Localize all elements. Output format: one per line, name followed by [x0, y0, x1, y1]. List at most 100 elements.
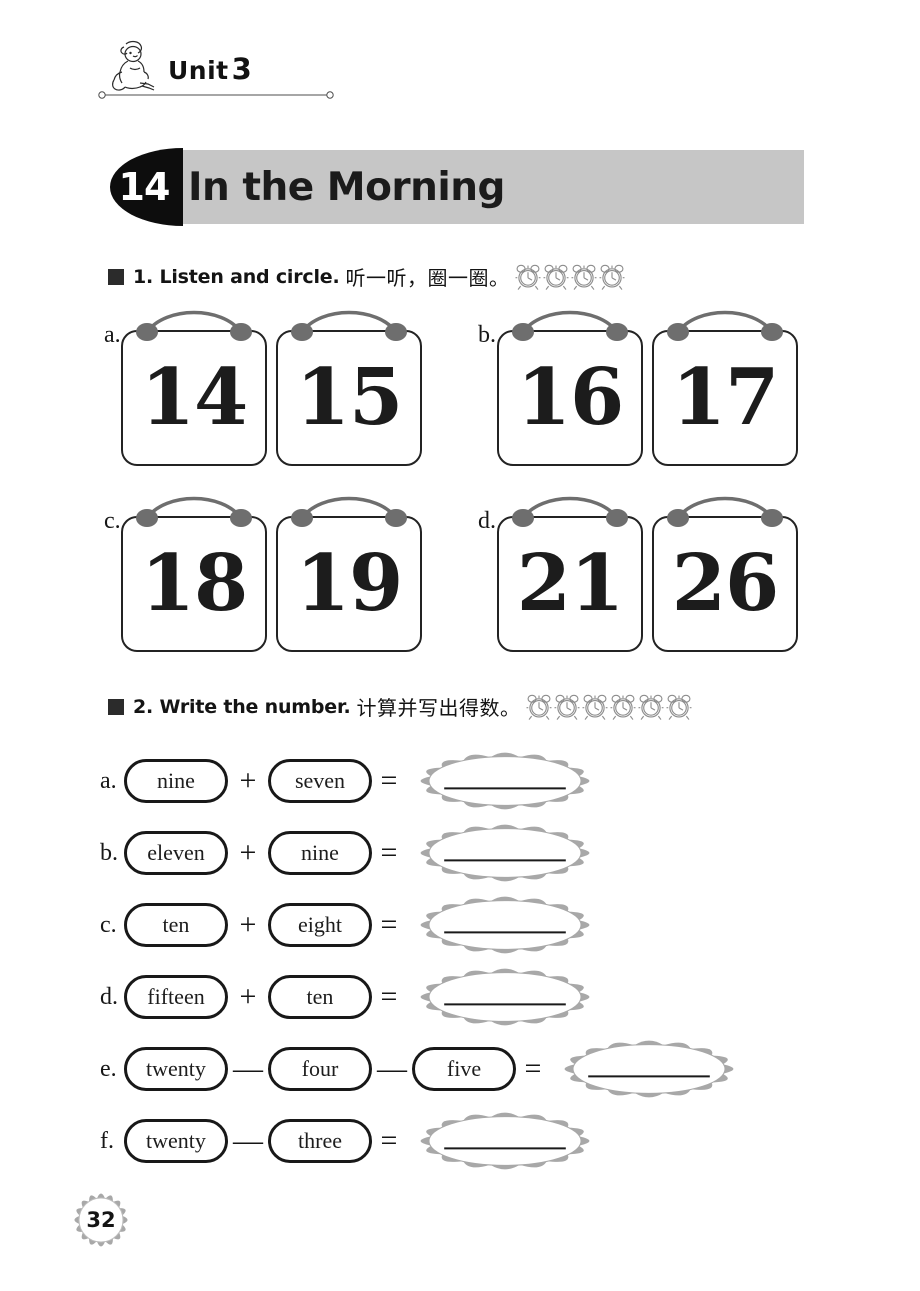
operator: + — [239, 836, 257, 869]
row-letter: d. — [100, 983, 118, 1010]
item-letter: d. — [478, 508, 496, 534]
alarm-clock-icon — [527, 694, 552, 720]
alarm-clock-icon — [516, 264, 541, 290]
operator: — — [233, 1124, 263, 1157]
answer-burst-b[interactable] — [410, 820, 600, 886]
alarm-clock-icon — [555, 694, 580, 720]
alarm-clock-icon — [600, 264, 625, 290]
operand-pill[interactable]: seven — [268, 759, 372, 803]
math-row-b: b. eleven + nine = — [100, 824, 600, 882]
operand-pill[interactable]: twenty — [124, 1047, 228, 1091]
card-hanger-cord — [667, 496, 783, 527]
card-pair: 14 15 — [121, 308, 431, 468]
card-pair: 16 17 — [497, 308, 807, 468]
equals-sign: = — [380, 908, 398, 941]
operator: + — [239, 908, 257, 941]
exercise-1-chinese: 听一听，圈一圈。 — [345, 266, 510, 290]
card-hanger-cord — [136, 310, 252, 341]
card-hanger-cord — [291, 496, 407, 527]
operand-pill[interactable]: fifteen — [124, 975, 228, 1019]
unit-label: Unit — [168, 56, 229, 85]
card-hanger-cord — [512, 310, 628, 341]
exercise-2-chinese: 计算并写出得数。 — [356, 696, 521, 720]
row-letter: c. — [100, 911, 117, 938]
alarm-clock-icon — [544, 264, 569, 290]
number-card[interactable]: 15 — [276, 330, 422, 466]
number-card[interactable]: 14 — [121, 330, 267, 466]
answer-burst-f[interactable] — [410, 1108, 600, 1174]
card-number: 19 — [295, 538, 404, 629]
operand-pill[interactable]: four — [268, 1047, 372, 1091]
card-hanger-cord — [291, 310, 407, 341]
equals-sign: = — [380, 836, 398, 869]
item-letter: c. — [104, 508, 121, 534]
operand-pill[interactable]: nine — [268, 831, 372, 875]
card-number: 21 — [516, 538, 625, 629]
math-row-d: d. fifteen + ten = — [100, 968, 600, 1026]
math-row-c: c. ten + eight = — [100, 896, 600, 954]
lesson-number-badge: 14 — [110, 148, 183, 226]
row-letter: f. — [100, 1127, 114, 1154]
answer-burst-c[interactable] — [410, 892, 600, 958]
unit-title: Unit 3 — [168, 52, 252, 86]
unit-header: Unit 3 — [96, 38, 346, 100]
page-number: 32 — [86, 1208, 116, 1232]
alarm-clock-icon — [667, 694, 692, 720]
number-card[interactable]: 16 — [497, 330, 643, 466]
row-letter: b. — [100, 839, 118, 866]
operand-pill[interactable]: eight — [268, 903, 372, 947]
card-pair: 18 19 — [121, 494, 431, 654]
row-letter: e. — [100, 1055, 117, 1082]
operand-pill[interactable]: eleven — [124, 831, 228, 875]
answer-burst-d[interactable] — [410, 964, 600, 1030]
operator: + — [239, 980, 257, 1013]
card-hanger-cord — [136, 496, 252, 527]
unit-rule-divider — [98, 91, 334, 99]
alarm-clock-strip — [526, 693, 692, 721]
card-number: 14 — [140, 352, 249, 443]
card-hanger-cord — [667, 310, 783, 341]
equals-sign: = — [524, 1052, 542, 1085]
operator: — — [233, 1052, 263, 1085]
exercise-2-heading: 2. Write the number. 计算并写出得数。 — [108, 692, 692, 721]
number-card[interactable]: 19 — [276, 516, 422, 652]
alarm-clock-icon — [611, 694, 636, 720]
number-card[interactable]: 18 — [121, 516, 267, 652]
page-number-badge: 32 — [66, 1185, 136, 1255]
card-number: 17 — [671, 352, 780, 443]
exercise-2-english: 2. Write the number. — [133, 695, 351, 718]
square-bullet-icon — [108, 268, 124, 285]
lesson-banner: 14 In the Morning — [110, 148, 804, 226]
operand-pill[interactable]: twenty — [124, 1119, 228, 1163]
card-number: 18 — [140, 538, 249, 629]
operator: + — [239, 764, 257, 797]
lesson-number: 14 — [118, 165, 171, 209]
operand-pill[interactable]: nine — [124, 759, 228, 803]
exercise-1-heading: 1. Listen and circle. 听一听，圈一圈。 — [108, 262, 625, 291]
item-letter: a. — [104, 322, 121, 348]
operand-pill[interactable]: three — [268, 1119, 372, 1163]
row-letter: a. — [100, 767, 117, 794]
equals-sign: = — [380, 764, 398, 797]
alarm-clock-icon — [572, 264, 597, 290]
alarm-clock-strip — [515, 263, 625, 291]
operand-pill[interactable]: ten — [268, 975, 372, 1019]
alarm-clock-icon — [583, 694, 608, 720]
number-card[interactable]: 26 — [652, 516, 798, 652]
answer-burst-a[interactable] — [410, 748, 600, 814]
card-number: 15 — [295, 352, 404, 443]
square-bullet-icon — [108, 698, 124, 715]
unit-number: 3 — [231, 52, 253, 86]
equals-sign: = — [380, 1124, 398, 1157]
card-pair: 21 26 — [497, 494, 807, 654]
number-card[interactable]: 21 — [497, 516, 643, 652]
cartoon-boy-icon — [112, 40, 155, 91]
operand-pill[interactable]: ten — [124, 903, 228, 947]
alarm-clock-icon — [639, 694, 664, 720]
operator: — — [377, 1052, 407, 1085]
card-number: 26 — [671, 538, 780, 629]
operand-pill[interactable]: five — [412, 1047, 516, 1091]
answer-burst-e[interactable] — [554, 1036, 744, 1102]
lesson-title: In the Morning — [188, 164, 505, 210]
number-card[interactable]: 17 — [652, 330, 798, 466]
